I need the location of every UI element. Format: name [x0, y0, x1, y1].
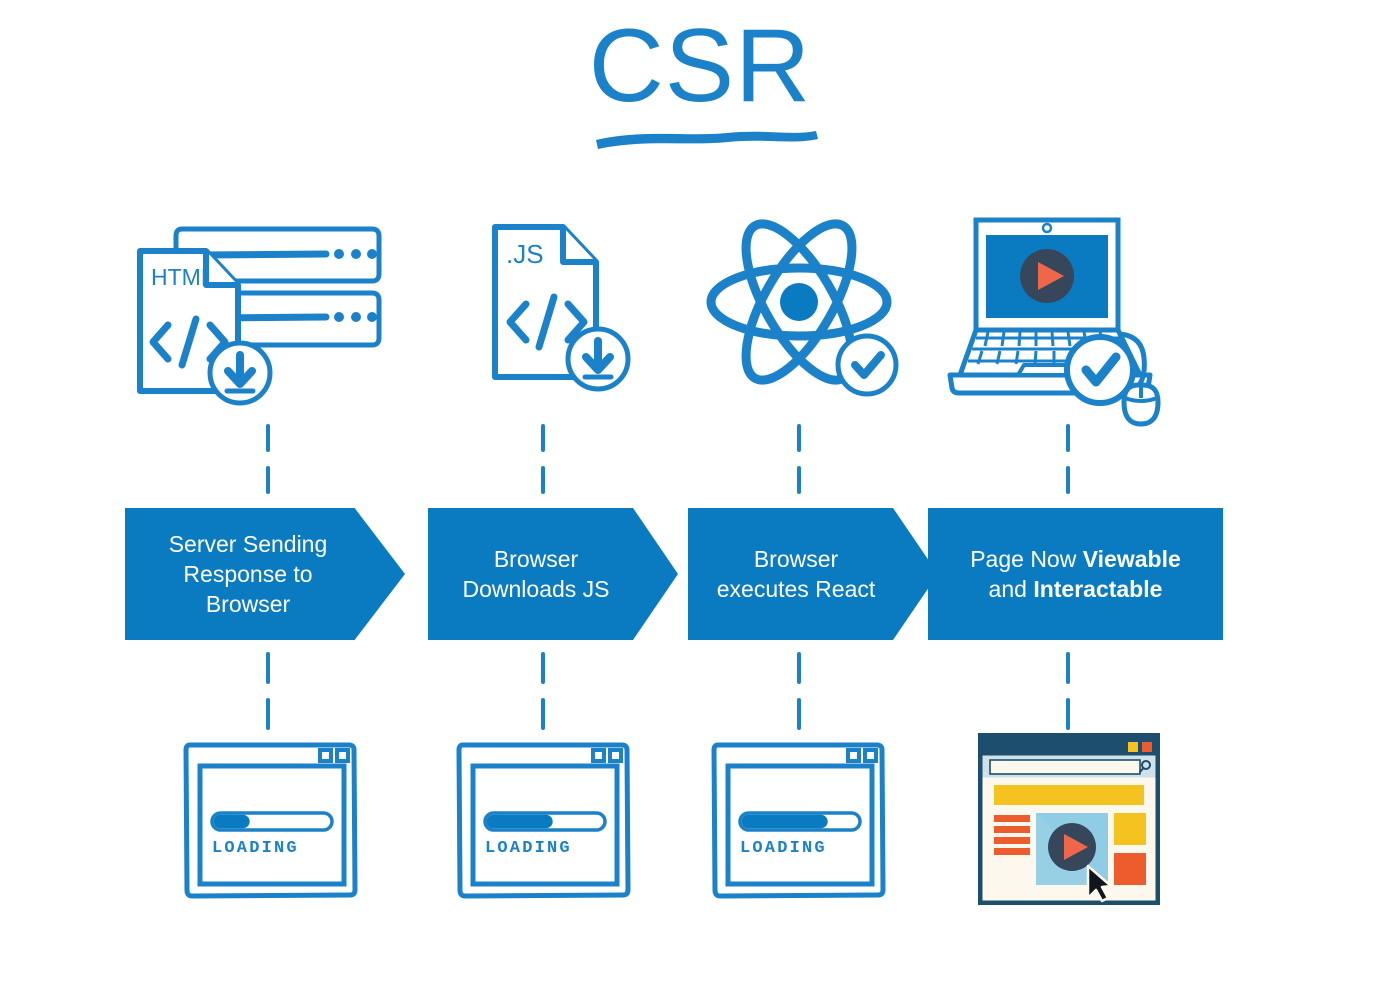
server-html-download-icon: HTML — [120, 205, 420, 435]
banner-step-1: Server Sending Response to Browser — [125, 508, 405, 640]
banner-step-4-line2-plain: and — [988, 576, 1034, 602]
loading-window-2: LOADING — [455, 735, 635, 905]
hero-banner-block — [994, 785, 1144, 805]
connector-banner-to-result-2 — [541, 652, 545, 730]
csr-diagram: CSR HTML Server Sending Response to Brow… — [0, 0, 1400, 988]
rendered-page-window — [977, 732, 1161, 906]
progress-fill-3 — [741, 814, 828, 829]
connector-icon-to-banner-3 — [797, 424, 801, 494]
banner-step-2-text: Browser Downloads JS — [448, 544, 623, 604]
loading-label-3: LOADING — [740, 839, 827, 858]
step-column-4: Page Now Viewable and Interactable — [920, 0, 1223, 988]
connector-icon-to-banner-4 — [1066, 424, 1070, 494]
loading-label-2: LOADING — [485, 839, 572, 858]
loading-label-1: LOADING — [212, 839, 299, 858]
sidebar-orange-block — [1114, 853, 1146, 885]
banner-step-2-line2: Downloads JS — [462, 576, 610, 602]
connector-banner-to-result-1 — [266, 652, 270, 730]
titlebar-yellow-dot — [1128, 742, 1138, 752]
progress-fill-2 — [486, 814, 553, 829]
loading-window-1: LOADING — [182, 735, 362, 905]
step-column-1: HTML Server Sending Response to Browser … — [120, 0, 420, 988]
progress-fill-1 — [213, 814, 250, 829]
step-column-2: .JS Browser Downloads JS LOADING — [400, 0, 700, 988]
banner-step-2-line1: Browser — [493, 546, 579, 572]
banner-step-4-line1-plain: Page Now — [970, 546, 1083, 572]
svg-text:.JS: .JS — [506, 239, 544, 269]
server-status-dots — [334, 249, 377, 322]
banner-step-4-line1-bold: Viewable — [1082, 546, 1181, 572]
banner-step-3-line2: executes React — [716, 576, 876, 602]
connector-icon-to-banner-2 — [541, 424, 545, 494]
banner-step-1-line1: Server Sending — [168, 531, 328, 557]
banner-step-4-line2-bold: Interactable — [1033, 576, 1163, 602]
search-input — [989, 759, 1141, 775]
banner-step-1-text: Server Sending Response to Browser — [125, 529, 371, 619]
titlebar-orange-dot — [1142, 742, 1152, 752]
connector-banner-to-result-4 — [1066, 652, 1070, 730]
banner-step-2: Browser Downloads JS — [428, 508, 678, 640]
banner-step-1-line2: Response to Browser — [183, 561, 313, 617]
banner-step-4-text: Page Now Viewable and Interactable — [956, 544, 1195, 604]
svg-text:HTML: HTML — [151, 264, 214, 290]
connector-icon-to-banner-1 — [266, 424, 270, 494]
banner-step-3-text: Browser executes React — [703, 544, 890, 604]
banner-step-3-line1: Browser — [753, 546, 839, 572]
loading-window-3: LOADING — [710, 735, 890, 905]
banner-step-4: Page Now Viewable and Interactable — [928, 508, 1223, 640]
banner-step-3: Browser executes React — [688, 508, 938, 640]
js-file-download-icon: .JS — [400, 205, 700, 435]
connector-banner-to-result-3 — [797, 652, 801, 730]
laptop-video-mouse-check-icon — [920, 205, 1220, 435]
sidebar-yellow-block — [1114, 813, 1146, 845]
